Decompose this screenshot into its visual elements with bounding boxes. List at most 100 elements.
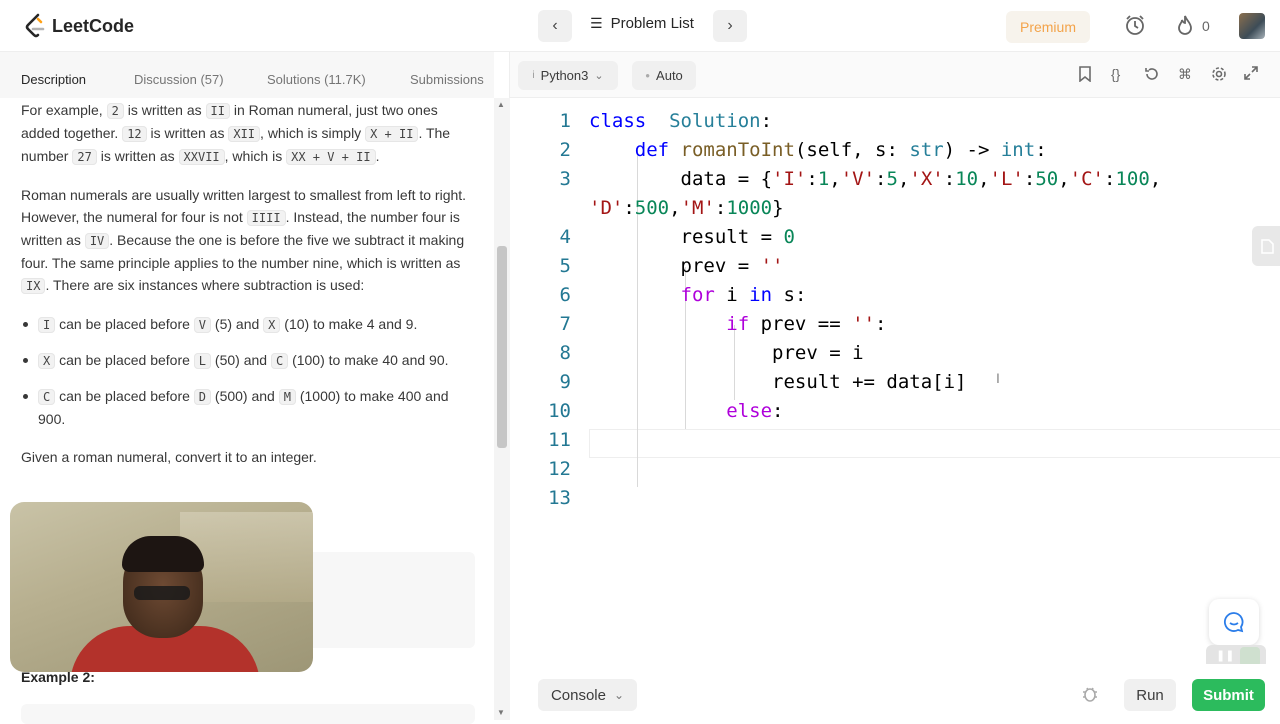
inline-code: C [38,389,56,405]
chevron-down-icon: ⌄ [594,70,604,82]
inline-code: D [193,389,212,405]
code-line[interactable]: 2 def romanToInt(self, s: str) -> int: [510,136,1280,165]
inline-code: 27 [72,149,97,165]
inline-code: I [38,317,56,333]
text-cursor-icon: I [996,370,1000,386]
code-text: if prev == '': [726,313,887,335]
streak-flame-icon[interactable] [1175,14,1195,41]
auto-mode-button[interactable]: ● Auto [632,61,696,90]
tab-solutions[interactable]: Solutions (11.7K) [267,72,366,87]
console-label: Console [550,686,606,704]
tab-discussion[interactable]: Discussion (57) [134,72,224,87]
document-icon [1261,239,1274,254]
rule-list-item: C can be placed before D (500) and M (10… [21,385,477,430]
problem-list-button[interactable]: ☰ Problem List [590,15,694,32]
pause-icon[interactable]: ❚❚ [1216,649,1234,662]
rule-list-item: X can be placed before L (50) and C (100… [21,349,477,372]
inline-code: X + II [365,126,419,142]
next-problem-button[interactable]: › [713,10,747,42]
side-notes-tab[interactable] [1252,226,1280,266]
leetcode-logo[interactable]: LeetCode [24,13,134,39]
code-line[interactable]: 7 if prev == '': [510,310,1280,339]
code-line[interactable]: 9 result += data[i] [510,368,1280,397]
line-number: 12 [548,458,571,480]
tab-submissions[interactable]: Submissions [410,72,484,87]
prev-problem-button[interactable]: ‹ [538,10,572,42]
code-line[interactable]: 6 for i in s: [510,281,1280,310]
reset-code-icon[interactable] [1144,66,1160,85]
rule-list-item: I can be placed before V (5) and X (10) … [21,313,477,336]
description-paragraph: Roman numerals are usually written large… [21,187,467,294]
line-number: 3 [559,168,571,190]
inline-code: IV [84,233,110,249]
premium-button[interactable]: Premium [1006,11,1090,43]
line-number: 2 [559,139,571,161]
format-braces-icon[interactable]: {} [1111,66,1120,82]
inline-code: 2 [106,103,124,119]
code-editor[interactable]: 1 class Solution: 2 def romanToInt(self, s… [510,98,1280,664]
code-line[interactable]: 5 prev = '' [510,252,1280,281]
code-line[interactable]: 11 [510,426,1280,455]
code-text: for i in s: [680,284,807,306]
inline-code: 12 [122,126,147,142]
console-toggle-button[interactable]: Console ⌄ [538,679,637,711]
run-button[interactable]: Run [1124,679,1176,711]
inline-code: X [263,317,281,333]
settings-gear-icon[interactable] [1211,66,1227,85]
code-text: result += data[i] [589,371,967,393]
inline-code: M [278,389,296,405]
code-line[interactable]: 1 class Solution: [510,107,1280,136]
list-icon: ☰ [590,15,603,31]
leetcode-logo-icon [25,13,45,38]
code-line[interactable]: 13 [510,484,1280,513]
code-line[interactable]: 'D':500,'M':1000} [510,194,1280,223]
code-text: else: [726,400,784,422]
problem-description: For example, 2 is written as II in Roman… [21,98,477,468]
code-text: prev = '' [589,255,784,277]
streak-count: 0 [1202,18,1210,34]
line-number: 7 [559,313,571,335]
inline-code: XII [228,126,261,142]
inline-code: IX [21,278,46,294]
webcam-overlay [10,502,313,672]
tab-description[interactable]: Description [21,72,86,87]
language-selector[interactable]: i Python3 ⌄ [518,61,618,90]
editor-toolbar [510,52,1280,98]
code-line[interactable]: 8 prev = i [510,339,1280,368]
debug-bug-icon[interactable] [1080,684,1100,709]
language-label: Python3 [540,68,589,83]
chevron-down-icon: ⌄ [613,688,625,702]
expand-icon[interactable] [1244,66,1258,83]
dot-icon: ● [645,71,651,80]
user-avatar[interactable] [1239,13,1265,39]
alarm-clock-icon[interactable] [1124,14,1146,41]
scroll-down-arrow-icon[interactable]: ▼ [497,708,505,717]
webcam-person-hair [122,536,204,572]
info-icon: i [532,70,535,81]
code-line[interactable]: 12 [510,455,1280,484]
chat-feedback-icon [1223,612,1244,633]
line-number: 4 [559,226,571,248]
chevron-left-icon: ‹ [552,17,558,34]
logo-text: LeetCode [52,15,135,36]
mode-label: Auto [656,68,683,83]
inline-code: C [270,353,289,369]
bookmark-icon[interactable] [1078,66,1092,85]
inline-code: XXVII [178,149,225,165]
code-line[interactable]: 4 result = 0 [510,223,1280,252]
line-number: 5 [559,255,571,277]
subtraction-rules-list: I can be placed before V (5) and X (10) … [21,313,477,430]
code-text: 'D':500,'M':1000} [589,197,784,219]
scrollbar-thumb[interactable] [497,246,507,448]
top-navbar: LeetCode ‹ ☰ Problem List › Premium 0 [0,0,1280,52]
code-line[interactable]: 10 else: [510,397,1280,426]
submit-button[interactable]: Submit [1192,679,1265,711]
problem-tabs: Description Discussion (57) Solutions (1… [0,52,494,98]
code-line[interactable]: 3 data = {'I':1,'V':5,'X':10,'L':50,'C':… [510,165,1280,194]
description-paragraph: For example, 2 is written as II in Roman… [21,102,451,165]
inline-code: II [205,103,230,119]
shortcuts-command-icon[interactable]: ⌘ [1178,66,1192,83]
scroll-up-arrow-icon[interactable]: ▲ [497,100,505,109]
feedback-button[interactable] [1209,599,1259,645]
inline-code: X [38,353,56,369]
